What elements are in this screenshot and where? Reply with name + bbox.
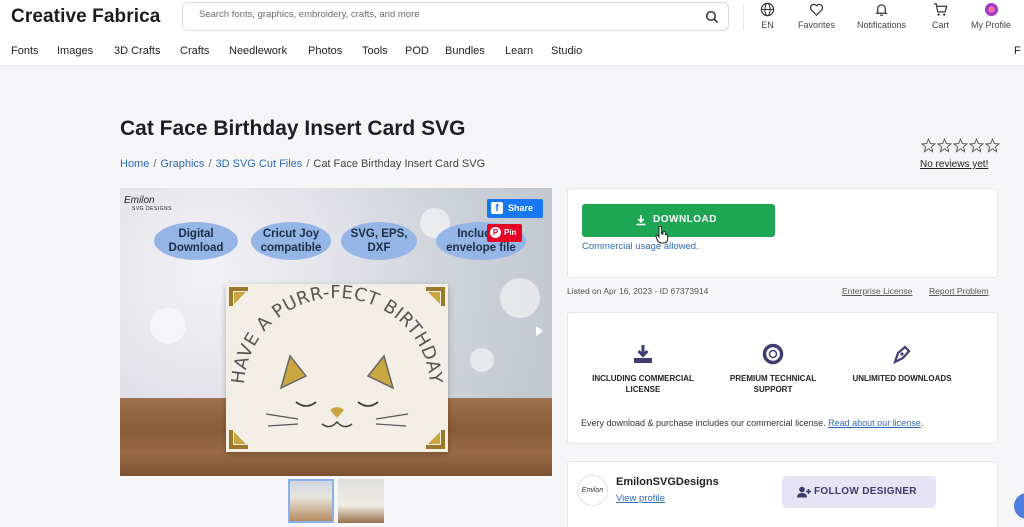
nav-item-tools[interactable]: Tools	[362, 45, 388, 57]
share-label: Share	[508, 203, 534, 213]
lifebuoy-icon	[762, 343, 784, 365]
pin-label: Pin	[504, 228, 517, 237]
next-image-arrow-icon[interactable]	[532, 324, 546, 338]
facebook-share-button[interactable]: f Share	[487, 199, 543, 218]
nav-item-learn[interactable]: Learn	[505, 45, 533, 57]
reviews-link[interactable]: No reviews yet!	[920, 159, 988, 170]
feature-unlimited-downloads: UNLIMITED DOWNLOADS	[846, 343, 958, 384]
favorites-label: Favorites	[798, 20, 836, 30]
feature-commercial-license: INCLUDING COMMERCIAL LICENSE	[584, 343, 702, 395]
read-license-link[interactable]: Read about our license	[828, 418, 921, 428]
license-note: Every download & purchase includes our c…	[581, 418, 924, 428]
nav-item-overflow[interactable]: F	[1014, 45, 1021, 57]
designer-name[interactable]: EmilonSVGDesigns	[616, 476, 719, 488]
search-bar[interactable]	[182, 2, 729, 31]
chat-support-icon[interactable]	[1014, 493, 1024, 519]
nav-item-3d-crafts[interactable]: 3D Crafts	[114, 45, 160, 57]
breadcrumb-3d-svg[interactable]: 3D SVG Cut Files	[216, 158, 303, 170]
follow-label: FOLLOW DESIGNER	[814, 486, 917, 497]
rating-stars[interactable]	[921, 138, 1000, 153]
page-title: Cat Face Birthday Insert Card SVG	[120, 117, 466, 140]
svg-text:HAVE A PURR-FECT BIRTHDAY: HAVE A PURR-FECT BIRTHDAY	[228, 284, 446, 385]
notifications-label: Notifications	[857, 20, 907, 30]
download-label: DOWNLOAD	[653, 214, 717, 225]
breadcrumb-home[interactable]: Home	[120, 158, 149, 170]
nav-item-images[interactable]: Images	[57, 45, 93, 57]
pen-nib-icon	[893, 345, 911, 365]
report-problem-link[interactable]: Report Problem	[929, 286, 989, 296]
badge-file-formats: SVG, EPS, DXF	[341, 222, 417, 260]
top-header: Creative Fabrica EN Favorites Notificati…	[0, 0, 1024, 38]
nav-item-photos[interactable]: Photos	[308, 45, 342, 57]
breadcrumb-separator: /	[153, 158, 157, 170]
header-divider	[743, 4, 744, 30]
nav-item-needlework[interactable]: Needlework	[229, 45, 287, 57]
nav-item-studio[interactable]: Studio	[551, 45, 582, 57]
avatar	[984, 2, 998, 17]
profile-button[interactable]: My Profile	[971, 2, 1011, 30]
add-user-icon	[797, 486, 811, 498]
follow-designer-button[interactable]: FOLLOW DESIGNER	[782, 476, 936, 508]
hand-cursor-icon	[655, 226, 669, 244]
badge-cricut-joy: Cricut Joy compatible	[251, 222, 331, 260]
language-selector[interactable]: EN	[760, 2, 775, 30]
birthday-card: HAVE A PURR-FECT BIRTHDAY	[226, 282, 448, 452]
cart-label: Cart	[932, 20, 950, 30]
star-icon[interactable]	[985, 138, 1000, 153]
image-thumbnail[interactable]	[338, 479, 384, 523]
bell-icon	[875, 4, 888, 16]
cart-icon	[933, 3, 948, 16]
breadcrumb-current: Cat Face Birthday Insert Card SVG	[313, 158, 486, 170]
facebook-icon: f	[491, 202, 503, 214]
card-artwork: HAVE A PURR-FECT BIRTHDAY	[228, 282, 446, 449]
pinterest-pin-button[interactable]: P Pin	[487, 224, 522, 242]
globe-icon	[760, 2, 775, 17]
download-icon	[636, 215, 646, 226]
favorites-button[interactable]: Favorites	[798, 2, 835, 30]
badge-digital-download: Digital Download	[154, 222, 238, 260]
download-tray-icon	[634, 345, 652, 363]
cart-button[interactable]: Cart	[932, 2, 949, 30]
nav-item-fonts[interactable]: Fonts	[11, 45, 39, 57]
notifications-button[interactable]: Notifications	[857, 2, 906, 30]
site-logo[interactable]: Creative Fabrica	[11, 6, 160, 28]
feature-technical-support: PREMIUM TECHNICAL SUPPORT	[722, 343, 824, 395]
category-nav: Fonts Images 3D Crafts Crafts Needlework…	[0, 38, 1024, 66]
download-button[interactable]: DOWNLOAD	[582, 204, 775, 237]
nav-item-bundles[interactable]: Bundles	[445, 45, 485, 57]
star-icon[interactable]	[921, 138, 936, 153]
breadcrumb-separator: /	[306, 158, 310, 170]
image-thumbnail[interactable]	[288, 479, 334, 523]
commercial-usage-note: Commercial usage allowed.	[582, 241, 699, 252]
bokeh-light	[470, 348, 494, 372]
enterprise-license-link[interactable]: Enterprise License	[842, 286, 912, 296]
heart-icon	[809, 3, 824, 16]
breadcrumb-separator: /	[208, 158, 212, 170]
nav-item-pod[interactable]: POD	[405, 45, 429, 57]
profile-label: My Profile	[971, 20, 1012, 30]
listing-info: Listed on Apr 16, 2023 - ID 67373914	[567, 286, 709, 296]
bokeh-light	[150, 308, 186, 344]
designer-avatar[interactable]: Emilon	[577, 475, 608, 506]
search-icon[interactable]	[705, 10, 719, 24]
breadcrumb: Home / Graphics/3D SVG Cut Files / Cat Face …	[120, 158, 485, 170]
brand-watermark: Emilon SVG DESIGNS	[124, 195, 172, 213]
bokeh-light	[500, 278, 540, 318]
star-icon[interactable]	[969, 138, 984, 153]
star-icon[interactable]	[953, 138, 968, 153]
pinterest-icon: P	[490, 227, 501, 238]
view-profile-link[interactable]: View profile	[616, 493, 665, 504]
search-input[interactable]	[199, 9, 679, 20]
nav-item-crafts[interactable]: Crafts	[180, 45, 209, 57]
breadcrumb-graphics[interactable]: Graphics	[160, 158, 204, 170]
language-label: EN	[761, 20, 774, 30]
star-icon[interactable]	[937, 138, 952, 153]
